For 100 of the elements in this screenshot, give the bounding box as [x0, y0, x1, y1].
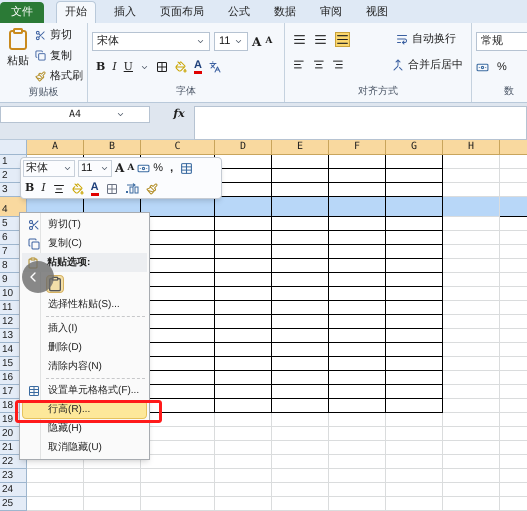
align-bottom-icon[interactable]: [335, 32, 350, 47]
cell[interactable]: [386, 197, 443, 217]
align-top-icon[interactable]: [293, 32, 306, 46]
cell[interactable]: [215, 343, 272, 357]
align-left-icon[interactable]: [293, 58, 305, 72]
cell[interactable]: [386, 385, 443, 399]
cell[interactable]: [272, 155, 329, 169]
row-header[interactable]: 25: [0, 497, 27, 511]
cell[interactable]: [329, 329, 386, 343]
grow-font-button[interactable]: A: [115, 159, 124, 178]
copy-button[interactable]: 复制: [35, 48, 83, 64]
increase-decimal-icon[interactable]: [124, 182, 139, 194]
align-right-icon[interactable]: [332, 58, 344, 72]
shrink-font-button[interactable]: A: [127, 162, 134, 175]
shrink-font-button[interactable]: A: [265, 34, 272, 48]
cell[interactable]: [272, 231, 329, 245]
cell[interactable]: [272, 245, 329, 259]
cell[interactable]: [272, 399, 329, 413]
font-color-button[interactable]: A: [194, 60, 202, 74]
cell[interactable]: [386, 357, 443, 371]
name-box[interactable]: A4: [0, 106, 150, 123]
cell[interactable]: [329, 357, 386, 371]
font-field[interactable]: 宋体: [92, 32, 210, 51]
cell[interactable]: [386, 399, 443, 413]
select-all-corner[interactable]: [0, 140, 27, 155]
align-center-icon[interactable]: [312, 58, 324, 72]
ribbon-tab[interactable]: 插入: [108, 2, 142, 23]
row-header[interactable]: 24: [0, 483, 27, 497]
ribbon-tab[interactable]: 页面布局: [154, 2, 210, 23]
formula-field[interactable]: [194, 106, 527, 140]
cell[interactable]: [215, 385, 272, 399]
cell[interactable]: [329, 259, 386, 273]
cell[interactable]: [386, 343, 443, 357]
cell[interactable]: [386, 273, 443, 287]
row-header[interactable]: 4: [0, 197, 27, 217]
italic-button[interactable]: I: [41, 180, 46, 197]
cell[interactable]: [215, 259, 272, 273]
cell[interactable]: [272, 217, 329, 231]
cell[interactable]: [329, 385, 386, 399]
cell[interactable]: [215, 371, 272, 385]
format-painter-button[interactable]: 格式刷: [35, 68, 83, 84]
cell[interactable]: [329, 169, 386, 183]
ribbon-tab[interactable]: 视图: [360, 2, 394, 23]
column-header[interactable]: A: [27, 140, 84, 155]
cell[interactable]: [329, 217, 386, 231]
font-color-button[interactable]: A: [90, 182, 99, 196]
table-icon[interactable]: [180, 162, 194, 175]
cell[interactable]: [215, 231, 272, 245]
column-header[interactable]: H: [443, 140, 500, 155]
currency-icon[interactable]: [476, 60, 489, 74]
row-header[interactable]: 23: [0, 469, 27, 483]
cell[interactable]: [386, 245, 443, 259]
cell[interactable]: [329, 287, 386, 301]
cell[interactable]: [329, 273, 386, 287]
paste-button[interactable]: 粘贴: [4, 27, 32, 79]
currency-icon[interactable]: [137, 162, 150, 175]
cell[interactable]: [386, 371, 443, 385]
cell[interactable]: [386, 169, 443, 183]
cell[interactable]: [386, 315, 443, 329]
cell[interactable]: [386, 329, 443, 343]
ribbon-tab[interactable]: 数据: [268, 2, 302, 23]
ribbon-tab[interactable]: 开始: [56, 1, 96, 23]
cell[interactable]: [329, 245, 386, 259]
cell[interactable]: [215, 197, 272, 217]
comma-button[interactable]: ,: [166, 160, 178, 176]
cell[interactable]: [272, 273, 329, 287]
cell[interactable]: [215, 399, 272, 413]
wrap-text-button[interactable]: 自动换行: [396, 31, 456, 48]
cell[interactable]: [272, 315, 329, 329]
italic-button[interactable]: I: [112, 59, 117, 76]
cell[interactable]: [386, 259, 443, 273]
column-header[interactable]: B: [84, 140, 141, 155]
cell[interactable]: [329, 315, 386, 329]
cell[interactable]: [272, 169, 329, 183]
cell[interactable]: [272, 371, 329, 385]
align-middle-icon[interactable]: [314, 32, 327, 46]
cell[interactable]: [329, 155, 386, 169]
cell[interactable]: [272, 385, 329, 399]
percent-button[interactable]: %: [497, 59, 507, 76]
cell[interactable]: [386, 217, 443, 231]
function-button[interactable]: fx: [164, 106, 194, 122]
paintbrush-icon[interactable]: [146, 182, 158, 194]
font-field[interactable]: 宋体: [23, 160, 75, 177]
bold-button[interactable]: B: [96, 59, 106, 76]
cell[interactable]: [386, 301, 443, 315]
cell[interactable]: [272, 329, 329, 343]
cell[interactable]: [215, 301, 272, 315]
percent-button[interactable]: %: [153, 160, 164, 176]
ribbon-tab[interactable]: 审阅: [314, 2, 348, 23]
cell[interactable]: [329, 371, 386, 385]
underline-button[interactable]: U: [124, 59, 133, 76]
borders-icon[interactable]: [156, 61, 168, 74]
cell[interactable]: [272, 357, 329, 371]
font-size-field[interactable]: 11: [214, 32, 248, 51]
cell[interactable]: [215, 273, 272, 287]
cell[interactable]: [329, 231, 386, 245]
column-header[interactable]: C: [141, 140, 215, 155]
align-center-icon[interactable]: [52, 182, 65, 194]
cell[interactable]: [272, 259, 329, 273]
file-tab[interactable]: 文件: [0, 2, 44, 23]
